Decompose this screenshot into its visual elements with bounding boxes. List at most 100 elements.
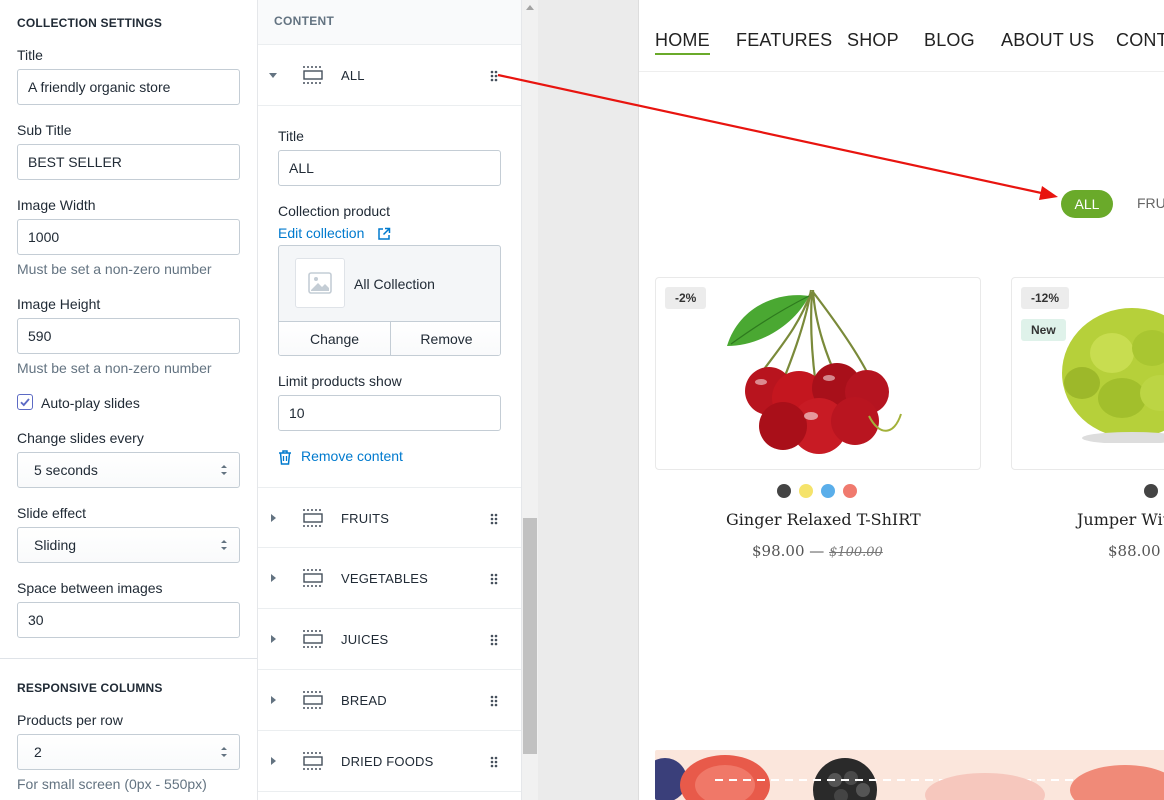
products-per-row-value: 2 [34,744,42,760]
remove-collection-button[interactable]: Remove [391,322,500,355]
caret-right-icon[interactable] [268,755,278,767]
nav-contact[interactable]: CONT [1116,30,1164,51]
block-row-fruits[interactable]: FRUITS [258,487,521,548]
collection-thumbnail [295,258,345,308]
scrollbar-thumb[interactable] [523,518,537,754]
current-price: $88.00 [1108,542,1161,560]
select-arrows-icon [221,465,227,475]
block-title-input[interactable]: ALL [278,150,501,186]
romanesco-image [1062,308,1164,443]
title-input[interactable]: A friendly organic store [17,69,240,105]
caret-right-icon[interactable] [268,512,278,524]
block-icon [303,630,323,648]
scroll-up-arrow-icon[interactable] [526,5,534,10]
collection-name: All Collection [354,276,435,292]
trash-icon [279,450,291,465]
block-row-all[interactable]: ALL [258,45,521,106]
collection-actions: Change Remove [279,321,500,355]
content-panel: CONTENT ALL Title ALL Collection product… [258,0,522,800]
change-collection-button[interactable]: Change [279,322,391,355]
image-height-input[interactable]: 590 [17,318,240,354]
products-per-row-label: Products per row [17,712,123,728]
image-height-label: Image Height [17,296,101,312]
block-name: FRUITS [341,511,390,526]
block-name: ALL [341,68,365,83]
block-name: JUICES [341,632,389,647]
block-icon [303,509,323,527]
edit-collection-text: Edit collection [278,225,365,241]
nav-blog[interactable]: BLOG [924,30,975,51]
color-swatch[interactable] [1144,484,1158,498]
image-width-help: Must be set a non-zero number [17,261,212,277]
fruit-banner-image [655,750,1164,800]
filter-tab-fruits[interactable]: FRU [1137,195,1164,211]
change-slides-value: 5 seconds [34,462,98,478]
external-link-icon [378,227,391,240]
caret-down-icon[interactable] [268,69,278,81]
discount-badge: -2% [665,287,707,309]
block-icon [303,66,323,84]
autoplay-checkbox[interactable] [17,394,33,410]
slide-effect-select[interactable]: Sliding [17,527,240,563]
block-row-bread[interactable]: BREAD [258,670,521,731]
product-price: $98.00 — $100.00 [752,542,883,560]
block-row-dried-foods[interactable]: DRIED FOODS [258,731,521,792]
color-swatches [777,484,857,498]
nav-home[interactable]: HOME [655,30,710,55]
subtitle-input[interactable]: BEST SELLER [17,144,240,180]
change-slides-select[interactable]: 5 seconds [17,452,240,488]
limit-label: Limit products show [278,373,402,389]
block-row-juices[interactable]: JUICES [258,609,521,670]
product-card[interactable]: -2% [655,277,981,470]
autoplay-label: Auto-play slides [41,395,140,411]
color-swatches [1144,484,1158,498]
slide-effect-value: Sliding [34,537,77,553]
slide-effect-label: Slide effect [17,505,87,521]
block-name: DRIED FOODS [341,754,434,769]
subtitle-label: Sub Title [17,122,72,138]
limit-input[interactable]: 10 [278,395,501,431]
products-per-row-select[interactable]: 2 [17,734,240,770]
image-placeholder-icon [308,272,332,294]
nav-about-us[interactable]: ABOUT US [1001,30,1094,51]
select-arrows-icon [221,540,227,550]
product-name[interactable]: Jumper Wit [1077,510,1164,529]
color-swatch[interactable] [843,484,857,498]
drag-handle-icon[interactable] [489,512,499,526]
product-price: $88.00 [1108,542,1161,560]
block-title-label: Title [278,128,304,144]
image-width-input[interactable]: 1000 [17,219,240,255]
drag-handle-icon[interactable] [489,755,499,769]
nav-shop[interactable]: SHOP [847,30,899,51]
color-swatch[interactable] [799,484,813,498]
collection-product-label: Collection product [278,203,391,219]
drag-handle-icon[interactable] [489,694,499,708]
drag-handle-icon[interactable] [489,69,499,83]
space-input[interactable]: 30 [17,602,240,638]
edit-collection-link[interactable]: Edit collection [278,225,391,241]
caret-right-icon[interactable] [268,572,278,584]
space-label: Space between images [17,580,163,596]
nav-features[interactable]: FEATURES [736,30,832,51]
title-label: Title [17,47,43,63]
product-name[interactable]: Ginger Relaxed T-ShIRT [726,510,921,529]
product-card[interactable]: -12% New [1011,277,1164,470]
section-divider [0,658,257,659]
block-name: BREAD [341,693,387,708]
remove-content-text: Remove content [301,448,403,464]
image-height-help: Must be set a non-zero number [17,360,212,376]
filter-tab-all[interactable]: ALL [1061,190,1113,218]
block-icon [303,691,323,709]
color-swatch[interactable] [821,484,835,498]
color-swatch[interactable] [777,484,791,498]
drag-handle-icon[interactable] [489,633,499,647]
store-preview: HOME FEATURES SHOP BLOG ABOUT US CONT AL… [638,0,1164,800]
price-separator: — [809,542,825,560]
block-row-vegetables[interactable]: VEGETABLES [258,548,521,609]
caret-right-icon[interactable] [268,633,278,645]
check-icon [20,398,30,407]
block-icon [303,752,323,770]
caret-right-icon[interactable] [268,694,278,706]
drag-handle-icon[interactable] [489,572,499,586]
change-slides-label: Change slides every [17,430,144,446]
